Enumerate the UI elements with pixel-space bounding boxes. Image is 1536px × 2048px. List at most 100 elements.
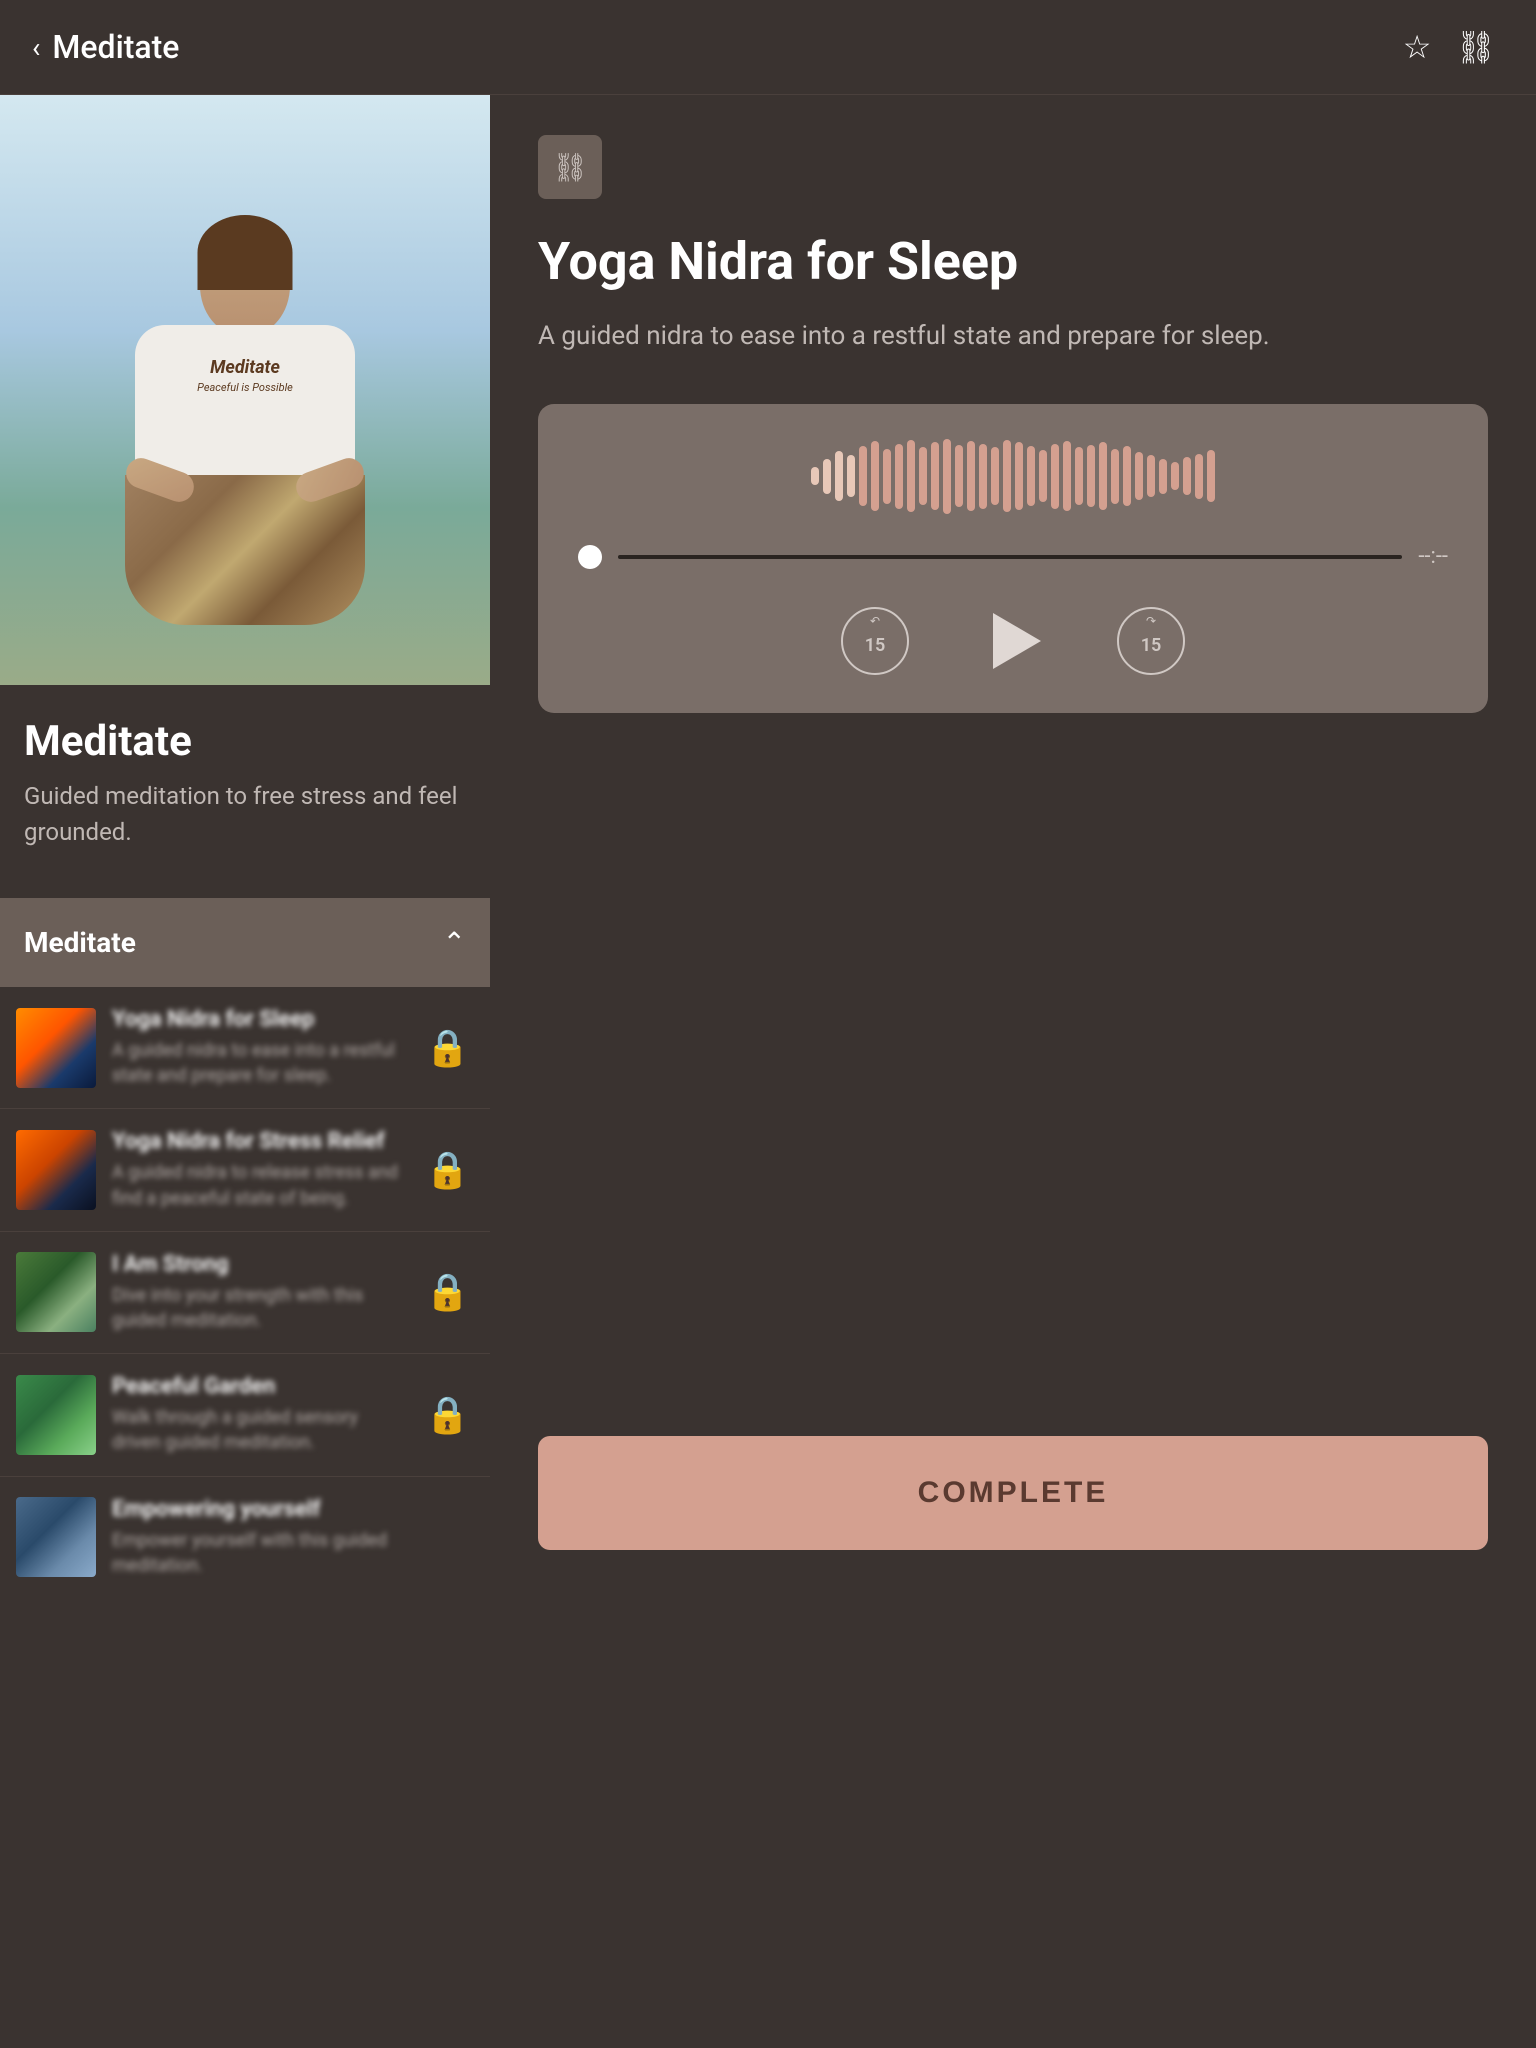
complete-button[interactable]: COMPLETE	[538, 1436, 1488, 1550]
waveform-bar	[859, 446, 867, 506]
waveform-bar	[1111, 449, 1119, 504]
item-title: Yoga Nidra for Sleep	[112, 1007, 409, 1032]
waveform-bar	[1027, 446, 1035, 506]
content-link-icon: ⛓	[538, 135, 602, 199]
item-description: A guided nidra to ease into a restful st…	[112, 1038, 409, 1088]
waveform-bar	[907, 440, 915, 512]
waveform-bar	[823, 459, 831, 494]
item-info: Empowering yourself Empower yourself wit…	[112, 1497, 470, 1578]
lock-icon: 🔒	[425, 1149, 470, 1191]
item-thumbnail	[16, 1130, 96, 1210]
waveform-bar	[895, 444, 903, 509]
waveform-bar	[1075, 447, 1083, 505]
main-content: Meditate Peaceful is Possible Meditate G…	[0, 95, 1536, 1598]
waveform-bar	[1183, 457, 1191, 495]
waveform-bar	[883, 449, 891, 504]
play-button[interactable]	[973, 601, 1053, 681]
playlist-chevron-icon: ⌃	[443, 926, 466, 959]
progress-container[interactable]: --:--	[578, 544, 1448, 569]
back-button[interactable]: ‹	[32, 31, 40, 64]
item-info: Yoga Nidra for Sleep A guided nidra to e…	[112, 1007, 409, 1088]
time-display: --:--	[1418, 544, 1448, 569]
item-thumbnail	[16, 1252, 96, 1332]
waveform-bar	[1099, 442, 1107, 510]
waveform-bar	[1039, 450, 1047, 502]
waveform-bar	[1015, 442, 1023, 510]
item-info: I Am Strong Dive into your strength with…	[112, 1252, 409, 1333]
waveform-bar	[931, 442, 939, 510]
channel-title: Meditate	[24, 717, 466, 766]
waveform-bar	[1063, 441, 1071, 511]
waveform-bar	[919, 447, 927, 505]
skip-back-button[interactable]: ↶ 15	[841, 607, 909, 675]
link-header-icon[interactable]: ⛓	[1455, 28, 1496, 66]
item-thumbnail	[16, 1497, 96, 1577]
waveform-bar	[1087, 445, 1095, 507]
item-thumbnail	[16, 1375, 96, 1455]
item-thumbnail	[16, 1008, 96, 1088]
play-triangle-icon	[993, 613, 1041, 669]
skip-back-label: 15	[865, 635, 886, 656]
left-panel: Meditate Peaceful is Possible Meditate G…	[0, 95, 490, 1598]
shirt-text: Meditate Peaceful is Possible	[197, 355, 293, 396]
item-description: Walk through a guided sensory driven gui…	[112, 1405, 409, 1455]
complete-btn-container: COMPLETE	[538, 1436, 1488, 1550]
hero-image: Meditate Peaceful is Possible	[0, 95, 490, 685]
waveform-bar	[1051, 444, 1059, 509]
bookmark-icon[interactable]: ☆	[1403, 28, 1432, 66]
progress-track[interactable]	[618, 555, 1402, 559]
playlist-header-title: Meditate	[24, 926, 136, 959]
playlist-header[interactable]: Meditate ⌃	[0, 898, 490, 987]
waveform-bar	[1171, 462, 1179, 490]
skip-forward-label: 15	[1141, 635, 1162, 656]
progress-handle[interactable]	[578, 545, 602, 569]
lock-icon: 🔒	[425, 1027, 470, 1069]
item-info: Peaceful Garden Walk through a guided se…	[112, 1374, 409, 1455]
list-item[interactable]: Peaceful Garden Walk through a guided se…	[0, 1354, 490, 1476]
skip-forward-button[interactable]: 15 ↷	[1117, 607, 1185, 675]
waveform	[578, 436, 1448, 516]
header-left: ‹ Meditate	[32, 28, 179, 66]
waveform-bar	[1135, 452, 1143, 500]
waveform-bar	[835, 451, 843, 501]
waveform-bar	[871, 441, 879, 511]
waveform-bar	[1195, 454, 1203, 499]
item-title: Yoga Nidra for Stress Relief	[112, 1129, 409, 1154]
list-item[interactable]: Empowering yourself Empower yourself wit…	[0, 1477, 490, 1598]
right-panel: ⛓ Yoga Nidra for Sleep A guided nidra to…	[490, 95, 1536, 1598]
list-item[interactable]: Yoga Nidra for Sleep A guided nidra to e…	[0, 987, 490, 1109]
content-title: Yoga Nidra for Sleep	[538, 231, 1488, 293]
item-description: A guided nidra to release stress and fin…	[112, 1160, 409, 1210]
list-item[interactable]: I Am Strong Dive into your strength with…	[0, 1232, 490, 1354]
header-title: Meditate	[52, 28, 179, 66]
waveform-bar	[1123, 446, 1131, 506]
lock-icon: 🔒	[425, 1271, 470, 1313]
lock-icon: 🔒	[425, 1394, 470, 1436]
waveform-bar	[955, 445, 963, 507]
waveform-bar	[1207, 450, 1215, 502]
person-figure: Meditate Peaceful is Possible	[115, 225, 375, 625]
waveform-bar	[991, 447, 999, 505]
list-item[interactable]: Yoga Nidra for Stress Relief A guided ni…	[0, 1109, 490, 1231]
channel-info: Meditate Guided meditation to free stres…	[0, 685, 490, 874]
waveform-bar	[1147, 455, 1155, 497]
playlist-items: Yoga Nidra for Sleep A guided nidra to e…	[0, 987, 490, 1598]
item-title: Empowering yourself	[112, 1497, 470, 1522]
app-header: ‹ Meditate ☆ ⛓	[0, 0, 1536, 95]
hero-figure: Meditate Peaceful is Possible	[0, 95, 490, 685]
content-description: A guided nidra to ease into a restful st…	[538, 317, 1488, 356]
item-title: Peaceful Garden	[112, 1374, 409, 1399]
waveform-bar	[943, 439, 951, 514]
waveform-bar	[967, 441, 975, 511]
waveform-bar	[979, 444, 987, 509]
waveform-bar	[1003, 440, 1011, 512]
waveform-bar	[847, 455, 855, 497]
channel-description: Guided meditation to free stress and fee…	[24, 778, 466, 850]
item-title: I Am Strong	[112, 1252, 409, 1277]
item-description: Empower yourself with this guided medita…	[112, 1528, 470, 1578]
playlist-section: Meditate ⌃ Yoga Nidra for Sleep A guided…	[0, 898, 490, 1598]
link-icon: ⛓	[552, 151, 588, 184]
waveform-bar	[811, 467, 819, 485]
item-info: Yoga Nidra for Stress Relief A guided ni…	[112, 1129, 409, 1210]
header-right: ☆ ⛓	[1403, 28, 1496, 66]
